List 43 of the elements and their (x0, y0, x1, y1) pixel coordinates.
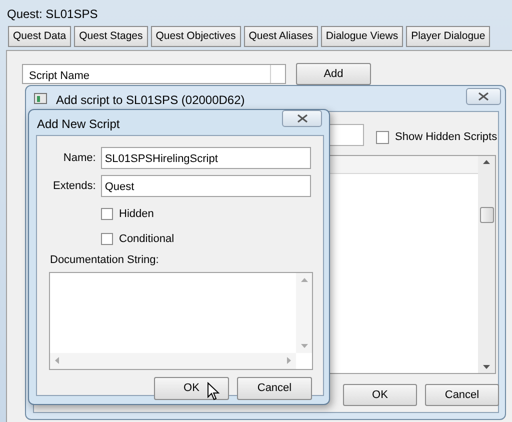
window-title: Add script to SL01SPS (02000D62) (56, 92, 245, 109)
add-button[interactable]: Add (296, 63, 371, 85)
tab[interactable]: Dialogue Views (320, 26, 404, 47)
close-button[interactable] (282, 110, 322, 127)
right-arrow-icon (287, 357, 291, 364)
tab[interactable]: Player Dialogue (406, 26, 490, 47)
field-label: Documentation String: (50, 253, 160, 268)
checkbox[interactable] (101, 208, 113, 220)
ok-button[interactable]: OK (154, 376, 229, 400)
checkbox-label: Show Hidden Scripts (395, 130, 498, 145)
tab[interactable]: Quest Objectives (150, 26, 241, 47)
ok-button[interactable]: OK (343, 384, 417, 406)
field-label: Extends: (52, 178, 97, 194)
down-arrow-icon (300, 344, 308, 348)
app-icon (34, 93, 47, 104)
close-icon (478, 92, 489, 101)
field-label: Name: (62, 150, 97, 166)
checkbox-label: Conditional (119, 232, 174, 246)
checkbox[interactable] (101, 232, 113, 245)
up-arrow-icon (300, 278, 308, 282)
cancel-button[interactable]: Cancel (237, 376, 312, 400)
scrollbar[interactable] (50, 352, 296, 368)
checkbox[interactable] (376, 130, 389, 144)
scroll-thumb[interactable] (480, 206, 494, 222)
close-button[interactable] (466, 88, 501, 105)
scrollbar[interactable] (296, 272, 312, 352)
tab[interactable]: Quest Aliases (244, 26, 318, 47)
cursor-icon (207, 382, 220, 401)
cancel-button[interactable]: Cancel (425, 384, 499, 406)
up-arrow-icon (483, 160, 490, 164)
input-field[interactable]: SL01SPSHirelingScript (100, 147, 311, 169)
documentation-field[interactable] (49, 272, 313, 370)
checkbox-label: Hidden (119, 207, 154, 222)
window-title: Quest: SL01SPS (7, 6, 98, 23)
column-header-label: Script Name (23, 65, 271, 83)
tab[interactable]: Quest Data (8, 26, 72, 47)
input-field[interactable]: Quest (100, 175, 311, 197)
close-icon (296, 114, 308, 123)
down-arrow-icon (483, 365, 490, 369)
scrollbar[interactable] (478, 156, 495, 373)
tab[interactable]: Quest Stages (74, 26, 148, 47)
left-arrow-icon (55, 357, 59, 364)
window-title: Add New Script (37, 116, 120, 133)
